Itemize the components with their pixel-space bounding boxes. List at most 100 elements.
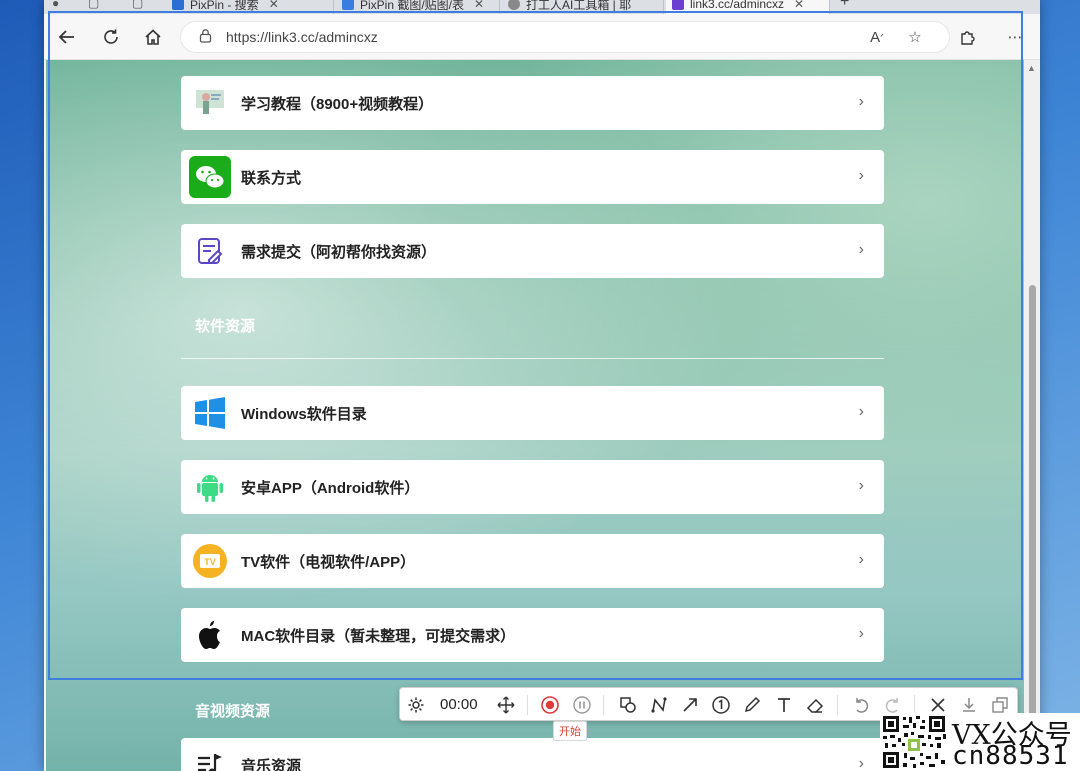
address-bar[interactable]: https://link3.cc/admincxz	[180, 21, 950, 53]
tab-ai-toolbox[interactable]: 打工人AI工具箱 | 耶	[502, 0, 664, 14]
card-label: Windows软件目录	[241, 405, 367, 423]
chevron-right-icon: ›	[858, 755, 864, 771]
arrow-icon	[683, 698, 697, 712]
globe-favicon-icon	[508, 0, 520, 10]
new-tab-button[interactable]: +	[840, 0, 849, 11]
link-card-mac[interactable]: MAC软件目录（暂未整理，可提交需求） ›	[181, 608, 884, 662]
home-icon	[145, 29, 161, 45]
close-icon	[931, 698, 945, 712]
copy-icon	[992, 697, 1008, 713]
close-tab-icon[interactable]: ✕	[474, 0, 484, 11]
reload-icon	[104, 29, 118, 44]
page-content: 学习教程（8900+视频教程） › 联系方式 › 需求提交（阿初帮你找资源） ›…	[46, 60, 1024, 771]
tab-link3[interactable]: link3.cc/admincxz ✕	[666, 0, 830, 14]
watermark: VX公众号 cn88531	[948, 713, 1080, 771]
qr-code-image	[880, 713, 948, 771]
browser-window: ● ▢ ▢ PixPin - 搜索 ✕ PixPin 截图/贴图/表 ✕ 打工人…	[44, 0, 1040, 771]
record-start-button[interactable]	[538, 693, 562, 717]
tab-pixpin-search[interactable]: PixPin - 搜索 ✕	[166, 0, 334, 14]
card-label: 需求提交（阿初帮你找资源）	[241, 243, 437, 261]
tutorial-icon	[189, 82, 231, 124]
chevron-right-icon: ›	[858, 477, 864, 494]
undo-icon	[856, 698, 869, 713]
pen-tool-button[interactable]	[740, 693, 764, 717]
card-label: 音乐资源	[241, 757, 302, 771]
shapes-icon	[620, 697, 636, 713]
tab-label: PixPin - 搜索	[190, 0, 259, 12]
text-t-icon	[778, 698, 790, 712]
shape-tool-button[interactable]	[616, 693, 640, 717]
profile-icon[interactable]: ●	[52, 0, 59, 10]
record-timer: 00:00	[440, 696, 478, 713]
watermark-line-2: cn88531	[952, 741, 1069, 771]
toolbar-separator	[527, 695, 528, 715]
read-aloud-icon[interactable]: Aᐟ	[866, 26, 888, 48]
record-icon	[541, 696, 559, 714]
back-button[interactable]	[56, 26, 78, 48]
card-label: MAC软件目录（暂未整理，可提交需求）	[241, 627, 516, 645]
card-label: 安卓APP（Android软件）	[241, 479, 420, 497]
gear-icon	[408, 697, 424, 713]
redo-icon	[885, 698, 898, 713]
reload-button[interactable]	[100, 26, 122, 48]
pixpin-favicon-icon	[342, 0, 354, 10]
link3-favicon-icon	[672, 0, 684, 10]
section-title-media: 音视频资源	[195, 703, 271, 720]
record-tooltip: 开始	[553, 721, 587, 741]
page-scrollbar[interactable]: ▲	[1024, 60, 1040, 771]
section-title-software: 软件资源	[195, 318, 256, 335]
download-icon	[963, 698, 975, 712]
extensions-icon[interactable]	[956, 26, 978, 48]
close-tab-icon[interactable]: ✕	[269, 0, 279, 11]
tab-strip: ● ▢ ▢ PixPin - 搜索 ✕ PixPin 截图/贴图/表 ✕ 打工人…	[44, 0, 1040, 14]
tab-label: PixPin 截图/贴图/表	[360, 0, 465, 12]
chevron-right-icon: ›	[858, 551, 864, 568]
wechat-icon	[189, 156, 231, 198]
undo-button[interactable]	[849, 693, 873, 717]
eraser-tool-button[interactable]	[803, 693, 827, 717]
pause-button[interactable]	[570, 693, 594, 717]
number-circle-icon	[712, 696, 730, 714]
tab-label: link3.cc/admincxz	[690, 0, 785, 11]
scroll-up-icon[interactable]: ▲	[1027, 63, 1036, 73]
toolbar-separator	[837, 695, 838, 715]
arrow-tool-button[interactable]	[678, 693, 702, 717]
link-card-android[interactable]: 安卓APP（Android软件） ›	[181, 460, 884, 514]
section-divider	[181, 358, 884, 359]
home-button[interactable]	[142, 26, 164, 48]
text-tool-button[interactable]	[772, 693, 796, 717]
pen-icon	[744, 696, 761, 713]
link-card-request[interactable]: 需求提交（阿初帮你找资源） ›	[181, 224, 884, 278]
tab-pixpin-site[interactable]: PixPin 截图/贴图/表 ✕	[336, 0, 500, 14]
lock-icon	[199, 28, 212, 46]
chevron-right-icon: ›	[858, 403, 864, 420]
number-tool-button[interactable]	[709, 693, 733, 717]
apple-icon	[189, 614, 231, 656]
polyline-icon	[651, 697, 667, 713]
link-card-contact[interactable]: 联系方式 ›	[181, 150, 884, 204]
chevron-right-icon: ›	[858, 625, 864, 642]
card-label: TV软件（电视软件/APP）	[241, 553, 416, 571]
link-card-tutorial[interactable]: 学习教程（8900+视频教程） ›	[181, 76, 884, 130]
edit-form-icon	[189, 230, 231, 272]
scrollbar-thumb[interactable]	[1029, 285, 1036, 771]
card-label: 联系方式	[241, 169, 302, 187]
chevron-right-icon: ›	[858, 241, 864, 258]
arrow-left-icon	[58, 30, 74, 44]
tab-actions-icon[interactable]: ▢	[132, 0, 143, 10]
favorite-star-icon[interactable]: ☆	[904, 26, 926, 48]
music-icon	[189, 744, 231, 771]
workspaces-icon[interactable]: ▢	[88, 0, 99, 10]
more-menu-icon[interactable]: ⋯	[1004, 26, 1026, 48]
eraser-icon	[806, 698, 824, 713]
link-card-windows[interactable]: Windows软件目录 ›	[181, 386, 884, 440]
settings-button[interactable]	[404, 693, 428, 717]
polyline-tool-button[interactable]	[647, 693, 671, 717]
tv-icon: TV	[189, 540, 231, 582]
close-tab-icon[interactable]: ✕	[794, 0, 804, 11]
link-card-tv[interactable]: TV TV软件（电视软件/APP） ›	[181, 534, 884, 588]
move-button[interactable]	[494, 693, 518, 717]
link-card-music[interactable]: 音乐资源 ›	[181, 738, 884, 771]
chevron-right-icon: ›	[858, 93, 864, 110]
url-text: https://link3.cc/admincxz	[226, 29, 378, 45]
